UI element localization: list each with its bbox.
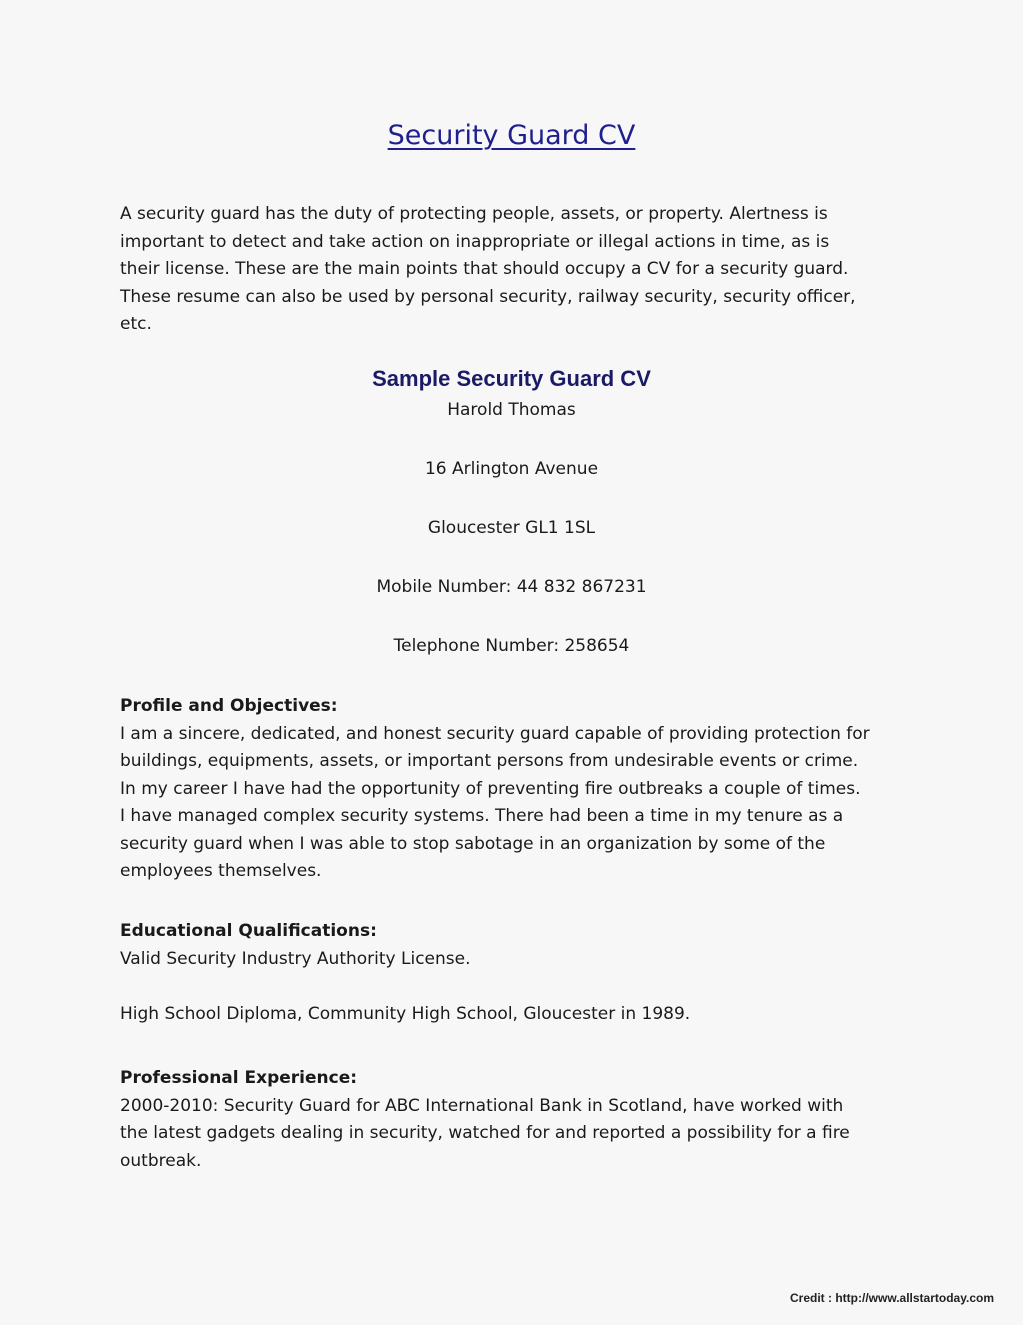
profile-line: employees themselves. bbox=[120, 861, 322, 881]
profile-heading: Profile and Objectives: bbox=[120, 696, 338, 716]
contact-name: Harold Thomas bbox=[447, 400, 576, 420]
document-page: Security Guard CV A security guard has t… bbox=[0, 0, 1023, 1325]
experience-section: Professional Experience: 2000-2010: Secu… bbox=[120, 1065, 920, 1175]
education-item: High School Diploma, Community High Scho… bbox=[120, 1003, 691, 1024]
document-title[interactable]: Security Guard CV bbox=[0, 120, 1023, 151]
profile-line: In my career I have had the opportunity … bbox=[120, 778, 861, 799]
intro-line: A security guard has the duty of protect… bbox=[120, 204, 828, 224]
experience-heading: Professional Experience: bbox=[120, 1068, 358, 1088]
sample-title: Sample Security Guard CV bbox=[372, 366, 651, 391]
education-heading: Educational Qualifications: bbox=[120, 921, 377, 941]
profile-line: security guard when I was able to stop s… bbox=[120, 833, 826, 854]
experience-line: outbreak. bbox=[120, 1150, 202, 1171]
contact-address-line1: 16 Arlington Avenue bbox=[424, 459, 599, 479]
intro-line: These resume can also be used by persona… bbox=[120, 286, 856, 307]
education-section: Educational Qualifications: Valid Securi… bbox=[120, 918, 920, 1028]
contact-address-line2: Gloucester GL1 1SL bbox=[427, 518, 596, 538]
education-item: Valid Security Industry Authority Licens… bbox=[120, 948, 471, 969]
intro-line: important to detect and take action on i… bbox=[120, 231, 830, 252]
intro-line: etc. bbox=[120, 314, 152, 334]
credit-watermark: Credit : http://www.allstartoday.com bbox=[790, 1291, 995, 1305]
profile-section: Profile and Objectives: I am a sincere, … bbox=[120, 693, 920, 886]
profile-line: I am a sincere, dedicated, and honest se… bbox=[120, 723, 870, 744]
experience-line: 2000-2010: Security Guard for ABC Intern… bbox=[120, 1095, 844, 1116]
profile-line: buildings, equipments, assets, or import… bbox=[120, 751, 859, 771]
contact-mobile: Mobile Number: 44 832 867231 bbox=[376, 577, 647, 597]
experience-line: the latest gadgets dealing in security, … bbox=[120, 1123, 850, 1143]
intro-paragraph: A security guard has the duty of protect… bbox=[120, 201, 920, 339]
profile-line: I have managed complex security systems.… bbox=[120, 806, 844, 826]
intro-line: their license. These are the main points… bbox=[120, 259, 849, 279]
contact-telephone: Telephone Number: 258654 bbox=[393, 636, 630, 656]
